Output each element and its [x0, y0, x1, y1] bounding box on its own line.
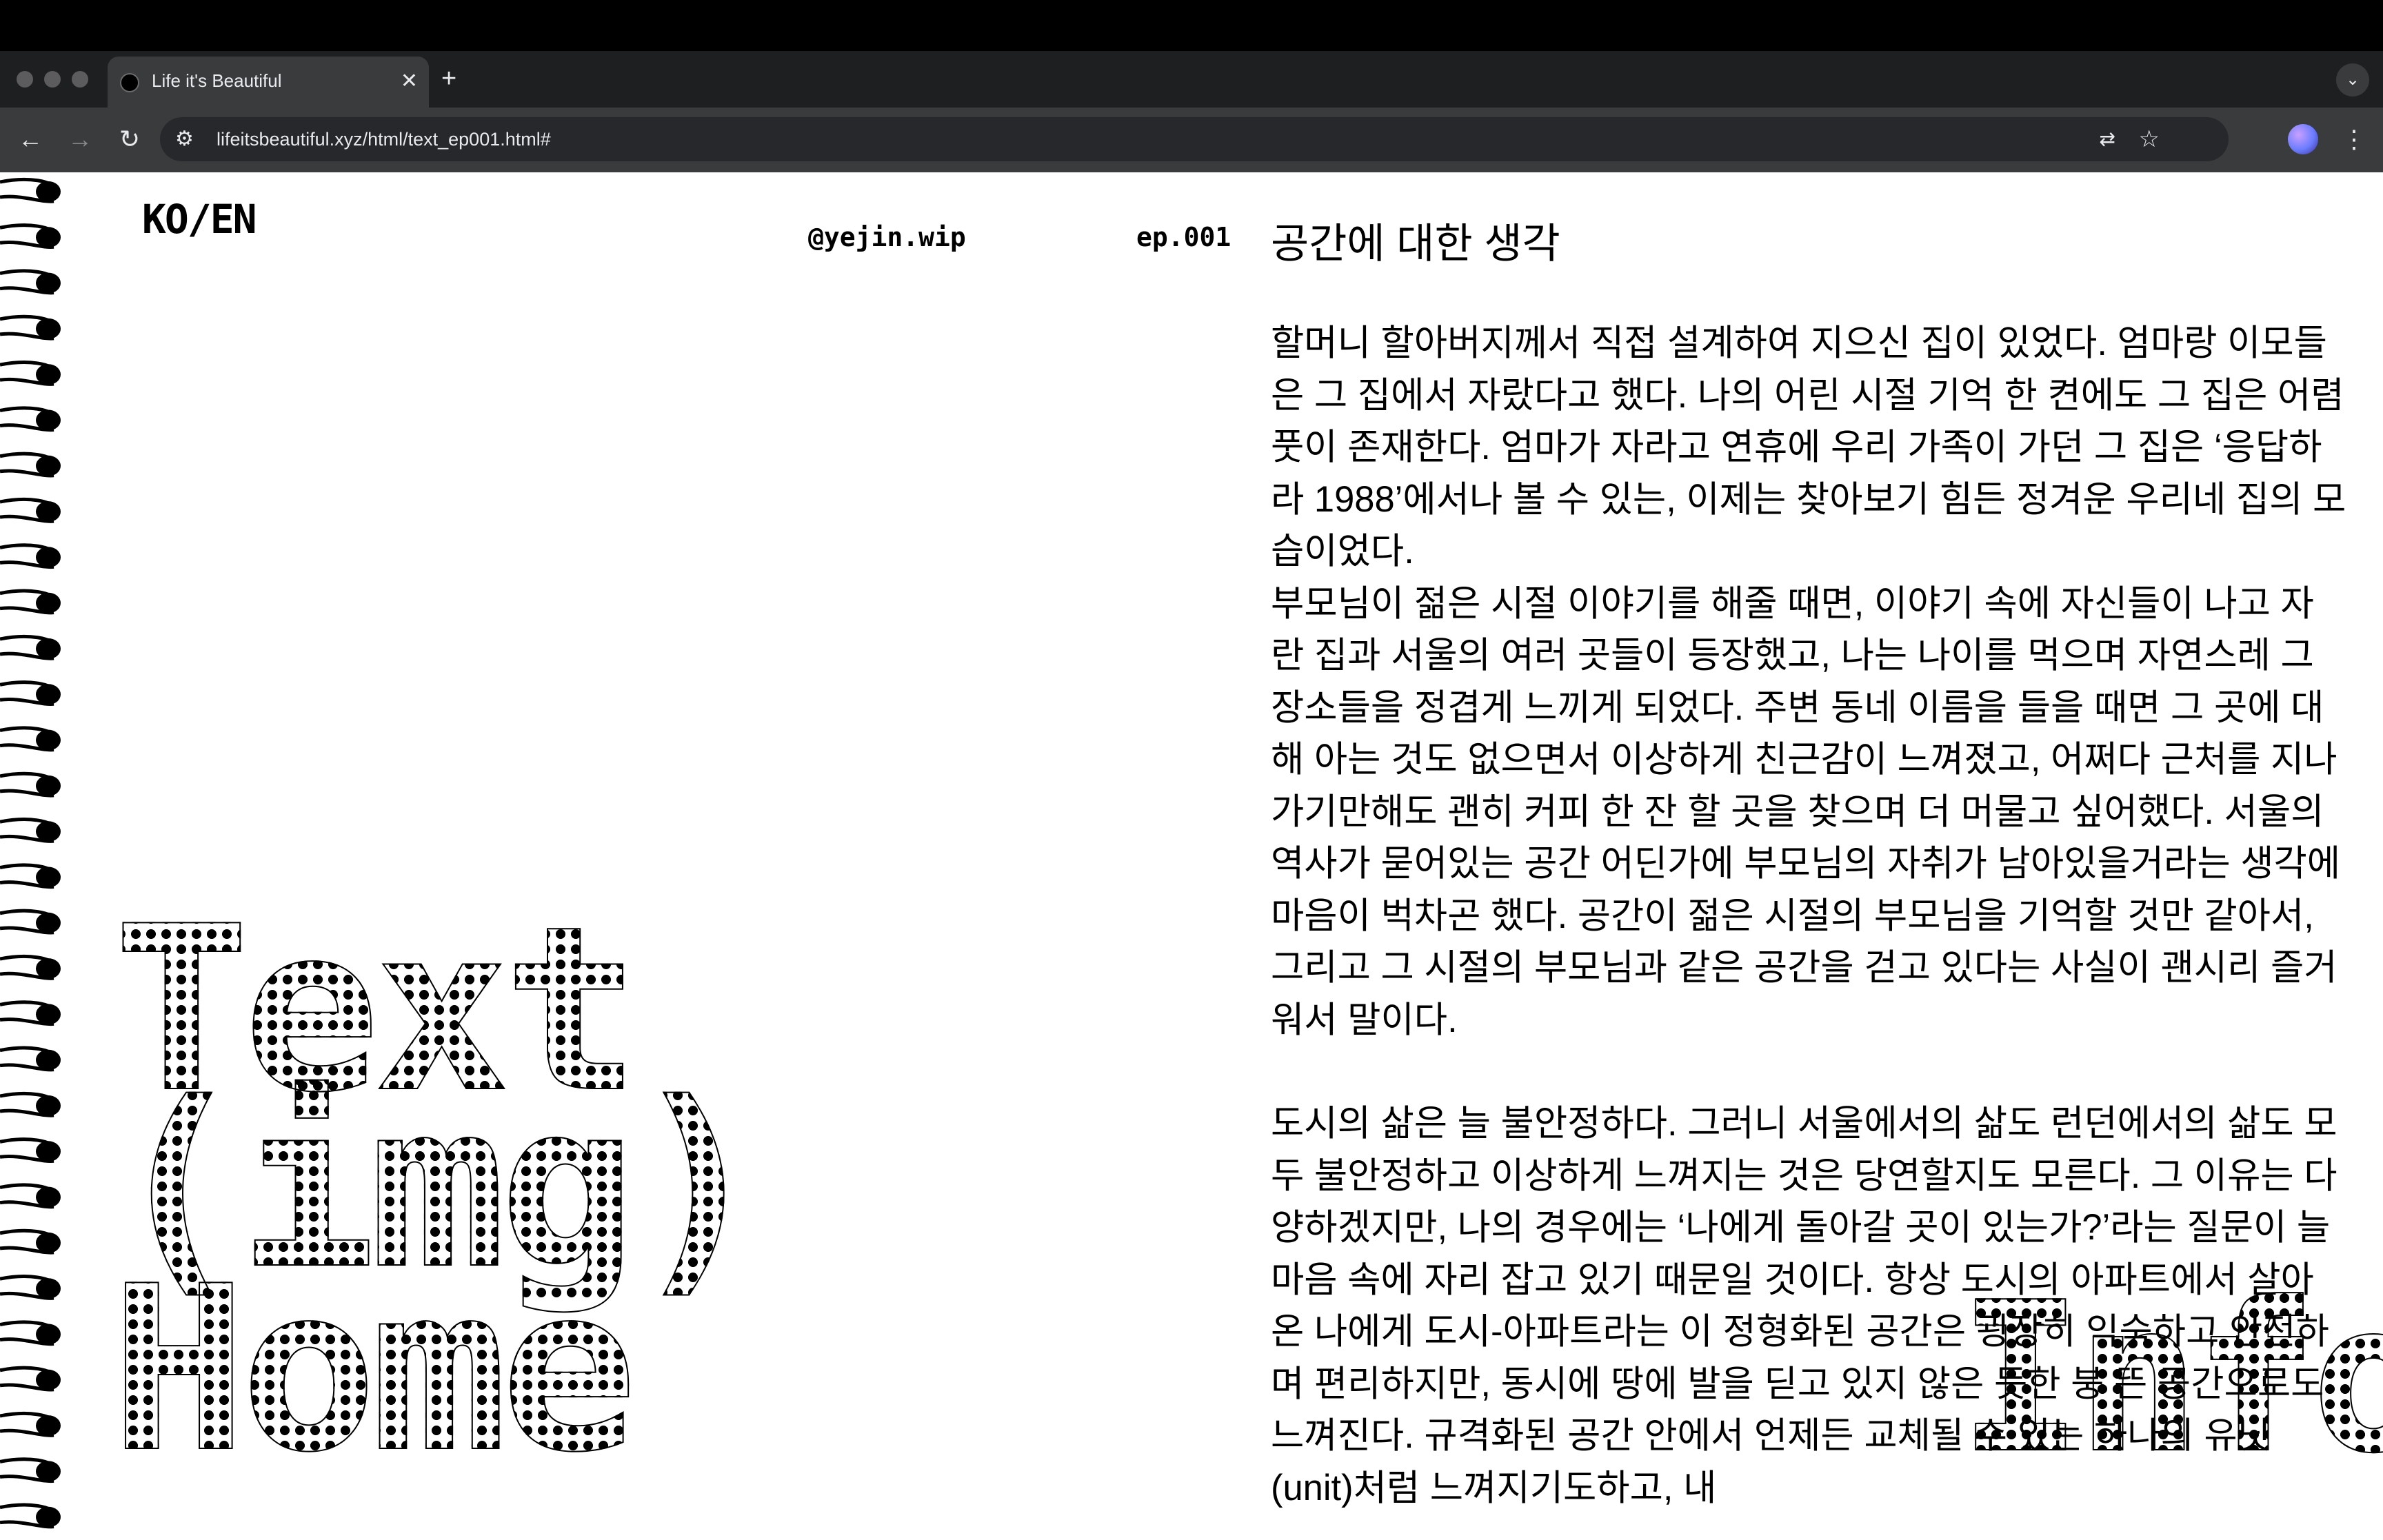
spiral-ring: [0, 955, 61, 980]
spiral-ring: [0, 1183, 61, 1209]
spiral-ring: [0, 909, 61, 935]
spiral-ring: [0, 1091, 61, 1117]
spiral-ring: [0, 634, 61, 660]
window-minimize-dot[interactable]: [44, 71, 61, 88]
spiral-ring: [0, 1046, 61, 1072]
spiral-ring: [0, 1000, 61, 1026]
tab-search-icon[interactable]: ⌄: [2336, 63, 2369, 97]
browser-tab[interactable]: Life it's Beautiful ✕: [108, 57, 429, 108]
new-tab-button[interactable]: +: [441, 61, 456, 97]
spiral-ring: [0, 543, 61, 569]
spiral-ring: [0, 1503, 61, 1529]
language-toggle[interactable]: KO/EN: [142, 196, 257, 243]
spiral-ring: [0, 452, 61, 478]
spiral-ring: [0, 1275, 61, 1300]
tab-close-icon[interactable]: ✕: [401, 66, 418, 97]
article-paragraph: 할머니 할아버지께서 직접 설계하여 지으신 집이 있었다. 엄마랑 이모들은 …: [1271, 323, 2346, 571]
window-close-dot[interactable]: [17, 71, 33, 88]
spiral-ring: [0, 223, 61, 249]
address-bar[interactable]: ⚙ lifeitsbeautiful.xyz/html/text_ep001.h…: [160, 117, 2229, 161]
browser-menu-icon[interactable]: ⋮: [2342, 121, 2366, 157]
spiral-ring: [0, 1137, 61, 1163]
translate-icon[interactable]: ⇄: [2100, 125, 2115, 153]
nav-home-link[interactable]: Home: [110, 1255, 639, 1484]
spiral-ring: [0, 498, 61, 523]
spiral-ring: [0, 771, 61, 798]
author-handle-link[interactable]: @yejin.wip: [808, 222, 966, 252]
tab-title: Life it's Beautiful: [152, 70, 282, 91]
article-paragraph: 부모님이 젊은 시절 이야기를 해줄 때면, 이야기 속에 자신들이 나고 자란…: [1271, 582, 2341, 1040]
back-icon[interactable]: ←: [12, 121, 48, 157]
spiral-binding-decoration: [0, 177, 61, 1529]
window-zoom-dot[interactable]: [72, 71, 88, 88]
spiral-ring: [0, 269, 61, 295]
spiral-ring: [0, 1366, 61, 1392]
page-content: KO/EN @yejin.wip ep.001 공간에 대한 생각 할머니 할아…: [0, 172, 2383, 1540]
bookmark-star-icon[interactable]: ☆: [2139, 124, 2160, 154]
spiral-ring: [0, 818, 61, 843]
spiral-ring: [0, 1412, 61, 1437]
episode-label: ep.001: [1136, 222, 1231, 252]
favicon-icon: [120, 73, 139, 92]
spiral-ring: [0, 589, 61, 615]
forward-icon[interactable]: →: [62, 121, 98, 157]
spiral-ring: [0, 863, 61, 889]
spiral-ring: [0, 406, 61, 432]
url-text[interactable]: lifeitsbeautiful.xyz/html/text_ep001.htm…: [217, 127, 551, 152]
reload-icon[interactable]: ↻: [112, 121, 148, 157]
article-title: 공간에 대한 생각: [1271, 221, 1560, 267]
spiral-ring: [0, 314, 61, 341]
spiral-ring: [0, 1228, 61, 1255]
spiral-ring: [0, 361, 61, 386]
spiral-ring: [0, 1457, 61, 1483]
profile-avatar[interactable]: [2288, 124, 2318, 154]
nav-info-link[interactable]: Info: [1958, 1275, 2383, 1483]
spiral-ring: [0, 177, 61, 203]
top-black-bar: [0, 0, 2383, 51]
spiral-ring: [0, 726, 61, 752]
site-info-icon[interactable]: ⚙: [175, 125, 194, 153]
spiral-ring: [0, 1320, 61, 1346]
spiral-ring: [0, 680, 61, 706]
